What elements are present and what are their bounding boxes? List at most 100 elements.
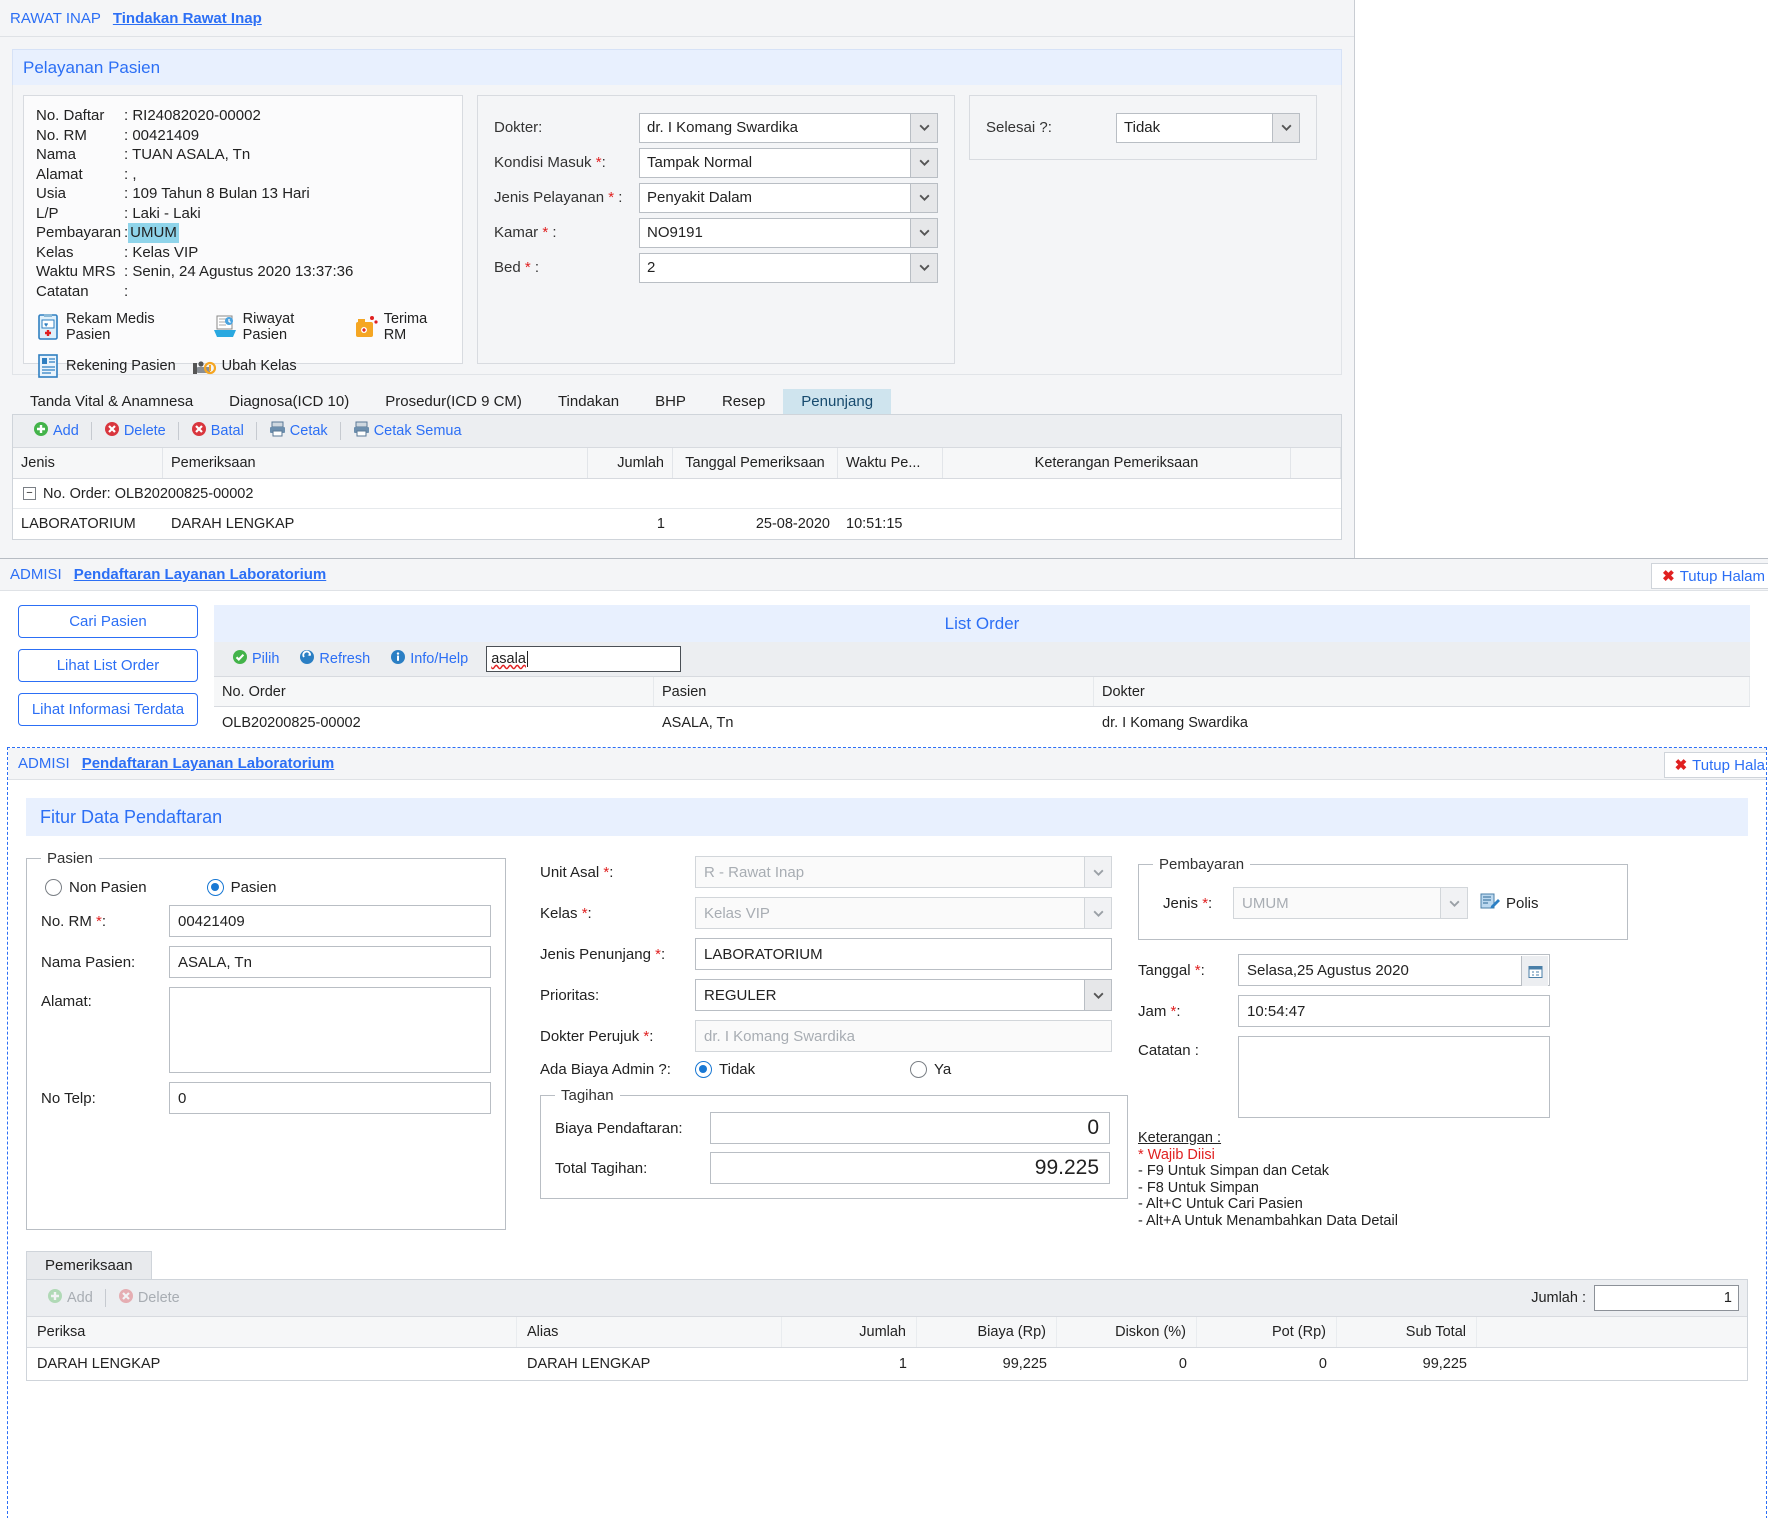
chevron-down-icon[interactable]	[1084, 898, 1111, 928]
column-header-no-order[interactable]: No. Order	[214, 677, 654, 706]
chevron-down-icon[interactable]	[910, 218, 937, 247]
column-header-jenis[interactable]: Jenis	[13, 448, 163, 478]
column-header-diskon[interactable]: Diskon (%)	[1057, 1316, 1197, 1347]
kamar-select[interactable]: NO9191	[639, 217, 938, 248]
selesai-select[interactable]: Tidak	[1116, 112, 1300, 143]
chevron-down-icon[interactable]	[1084, 857, 1111, 887]
tab-resep[interactable]: Resep	[704, 389, 783, 414]
action-label: Riwayat Pasien	[242, 311, 295, 343]
column-header-waktu-pemeriksaan[interactable]: Waktu Pe...	[838, 448, 943, 478]
column-header-pasien[interactable]: Pasien	[654, 677, 1094, 706]
table-row[interactable]: DARAH LENGKAP DARAH LENGKAP 1 99,225 0 0…	[27, 1347, 1747, 1380]
radio-biaya-admin-ya[interactable]: Ya	[910, 1061, 951, 1078]
patient-info-box: No. Daftar: RI24082020-00002 No. RM: 004…	[23, 95, 463, 378]
bed-select[interactable]: 2	[639, 252, 938, 283]
no-rm-value: 00421409	[178, 912, 245, 930]
breadcrumb-root: RAWAT INAP	[10, 9, 101, 27]
refresh-button[interactable]: Refresh	[289, 649, 380, 669]
tab-penunjang[interactable]: Penunjang	[783, 389, 892, 414]
cell-spacer	[1477, 1348, 1747, 1380]
chevron-down-icon[interactable]	[1084, 980, 1111, 1010]
column-header-periksa[interactable]: Periksa	[27, 1316, 517, 1347]
jenis-penunjang-field[interactable]: LABORATORIUM	[695, 938, 1112, 970]
breadcrumb-link-pendaftaran-lab[interactable]: Pendaftaran Layanan Laboratorium	[82, 755, 335, 772]
kelas-select[interactable]: Kelas VIP	[695, 897, 1112, 929]
tutup-halaman-button[interactable]: ✖ Tutup Halam	[1651, 563, 1768, 589]
search-input[interactable]: asala	[486, 646, 682, 672]
grid-group-row[interactable]: − No. Order: OLB20200825-00002	[13, 479, 1341, 509]
dokter-select[interactable]: dr. I Komang Swardika	[639, 112, 938, 143]
column-header-pot[interactable]: Pot (Rp)	[1197, 1316, 1337, 1347]
no-telp-field[interactable]: 0	[169, 1082, 491, 1114]
radio-non-pasien[interactable]: Non Pasien	[45, 879, 147, 896]
column-header-alias[interactable]: Alias	[517, 1316, 782, 1347]
action-terima-rm[interactable]: Terima RM	[354, 311, 450, 343]
column-header-keterangan-pemeriksaan[interactable]: Keterangan Pemeriksaan	[943, 448, 1291, 478]
chevron-down-icon[interactable]	[1272, 113, 1299, 142]
prioritas-select[interactable]: REGULER	[695, 979, 1112, 1011]
breadcrumb-link-tindakan-rawat-inap[interactable]: Tindakan Rawat Inap	[113, 10, 262, 27]
cetak-button[interactable]: Cetak	[257, 421, 340, 441]
column-header-dokter[interactable]: Dokter	[1094, 677, 1750, 706]
alamat-textarea[interactable]	[169, 987, 491, 1073]
field-label-selesai: Selesai ?:	[986, 119, 1052, 136]
pilih-button[interactable]: Pilih	[222, 649, 289, 669]
tanggal-field[interactable]: Selasa,25 Agustus 2020	[1238, 954, 1550, 986]
action-riwayat-pasien[interactable]: Riwayat Pasien	[213, 311, 338, 343]
batal-button[interactable]: Batal	[179, 421, 256, 441]
cari-pasien-button[interactable]: Cari Pasien	[18, 605, 198, 638]
add-label: Add	[67, 1289, 93, 1306]
polis-button[interactable]: Polis	[1480, 892, 1539, 914]
column-header-pemeriksaan[interactable]: Pemeriksaan	[163, 448, 588, 478]
jam-field[interactable]: 10:54:47	[1238, 995, 1550, 1027]
tab-diagnosa-icd10[interactable]: Diagnosa(ICD 10)	[211, 389, 367, 414]
radio-icon	[45, 879, 62, 896]
lihat-informasi-terdata-button[interactable]: Lihat Informasi Terdata	[18, 693, 198, 726]
action-ubah-kelas[interactable]: Ubah Kelas	[192, 353, 297, 379]
jenis-pembayaran-select[interactable]: UMUM	[1233, 887, 1468, 919]
patient-info-label: L/P	[36, 204, 59, 222]
jenis-pelayanan-select[interactable]: Penyakit Dalam	[639, 182, 938, 213]
chevron-down-icon[interactable]	[1440, 888, 1467, 918]
unit-asal-select[interactable]: R - Rawat Inap	[695, 856, 1112, 888]
action-rekening-pasien[interactable]: Rekening Pasien	[36, 353, 176, 379]
calendar-icon[interactable]	[1521, 956, 1548, 986]
tab-tanda-vital-anamnesa[interactable]: Tanda Vital & Anamnesa	[12, 389, 211, 414]
catatan-textarea[interactable]	[1238, 1036, 1550, 1118]
info-help-button[interactable]: Info/Help	[380, 649, 478, 669]
pemeriksaan-grid: Add Delete Jumlah : 1 Periksa Alias Juml…	[26, 1279, 1748, 1381]
delete-button[interactable]: Delete	[106, 1288, 192, 1308]
column-header-biaya[interactable]: Biaya (Rp)	[917, 1316, 1057, 1347]
chevron-down-icon[interactable]	[910, 253, 937, 282]
cetak-semua-button[interactable]: Cetak Semua	[341, 421, 474, 441]
tab-pemeriksaan[interactable]: Pemeriksaan	[26, 1250, 152, 1279]
tab-prosedur-icd9cm[interactable]: Prosedur(ICD 9 CM)	[367, 389, 540, 414]
add-button[interactable]: Add	[35, 1288, 105, 1308]
column-header-jumlah[interactable]: Jumlah	[588, 448, 673, 478]
collapse-icon[interactable]: −	[23, 487, 36, 500]
radio-pasien[interactable]: Pasien	[206, 879, 276, 896]
column-header-tanggal-pemeriksaan[interactable]: Tanggal Pemeriksaan	[673, 448, 838, 478]
lihat-list-order-button[interactable]: Lihat List Order	[18, 649, 198, 682]
delete-button[interactable]: Delete	[92, 421, 178, 441]
column-header-jumlah[interactable]: Jumlah	[782, 1316, 917, 1347]
add-button[interactable]: Add	[21, 421, 91, 441]
chevron-down-icon[interactable]	[910, 113, 937, 142]
action-rekam-medis-pasien[interactable]: ♥ Rekam Medis Pasien	[36, 311, 197, 343]
kondisi-masuk-select[interactable]: Tampak Normal	[639, 147, 938, 178]
biaya-pendaftaran-field[interactable]: 0	[710, 1112, 1110, 1144]
breadcrumb-link-pendaftaran-lab[interactable]: Pendaftaran Layanan Laboratorium	[74, 566, 327, 583]
chevron-down-icon[interactable]	[910, 183, 937, 212]
table-row[interactable]: OLB20200825-00002 ASALA, Tn dr. I Komang…	[214, 707, 1750, 739]
column-header-sub-total[interactable]: Sub Total	[1337, 1316, 1477, 1347]
jumlah-input[interactable]: 1	[1594, 1284, 1739, 1311]
chevron-down-icon[interactable]	[910, 148, 937, 177]
table-row[interactable]: LABORATORIUM DARAH LENGKAP 1 25-08-2020 …	[13, 509, 1341, 539]
tab-tindakan[interactable]: Tindakan	[540, 389, 637, 414]
radio-biaya-admin-tidak[interactable]: Tidak	[695, 1061, 910, 1078]
no-rm-field[interactable]: 00421409	[169, 905, 491, 937]
dokter-perujuk-field[interactable]: dr. I Komang Swardika	[695, 1020, 1112, 1052]
nama-pasien-field[interactable]: ASALA, Tn	[169, 946, 491, 978]
tutup-halaman-button[interactable]: ✖ Tutup Hala	[1663, 752, 1766, 778]
tab-bhp[interactable]: BHP	[637, 389, 704, 414]
